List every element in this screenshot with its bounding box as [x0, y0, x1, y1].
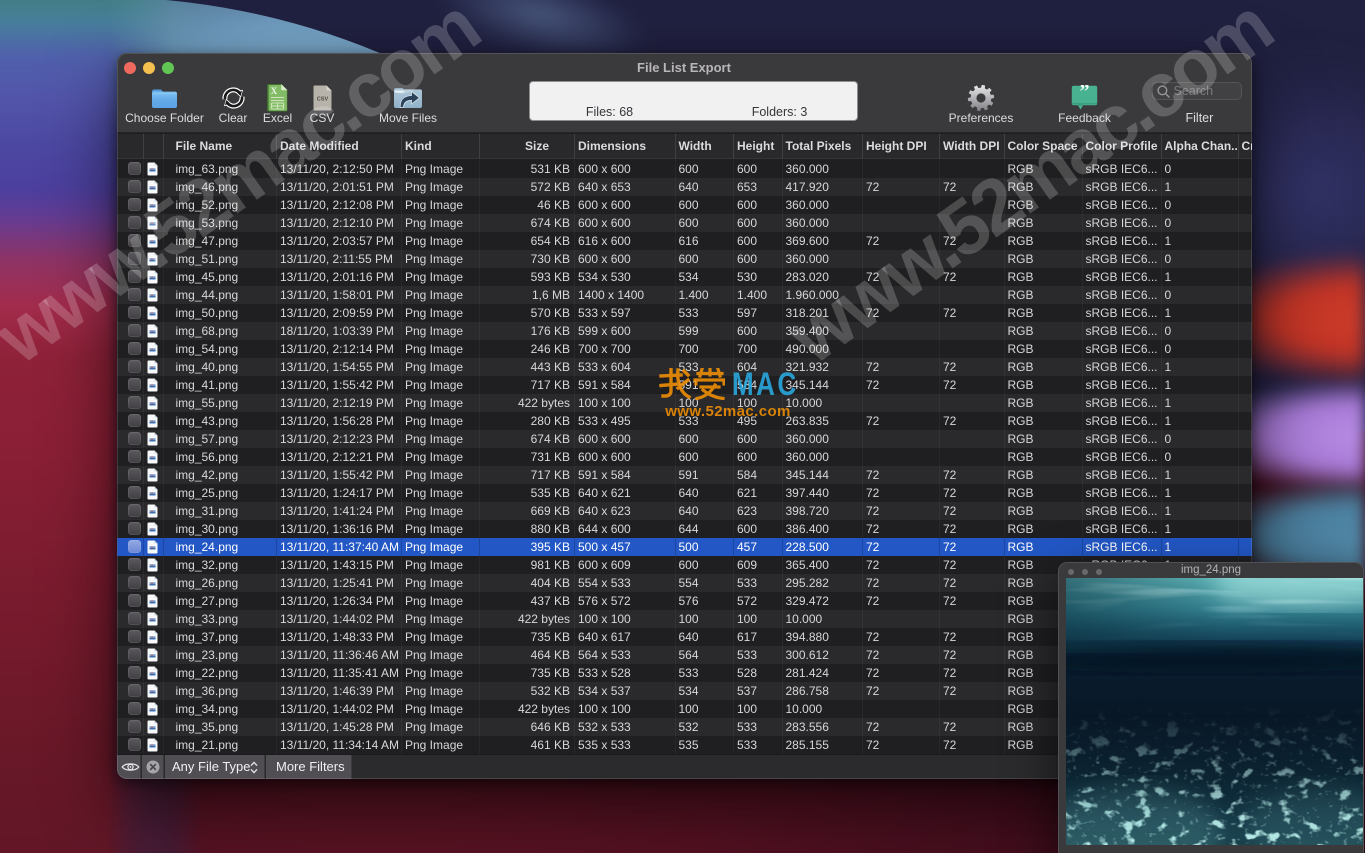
svg-text:X: X — [271, 86, 278, 96]
